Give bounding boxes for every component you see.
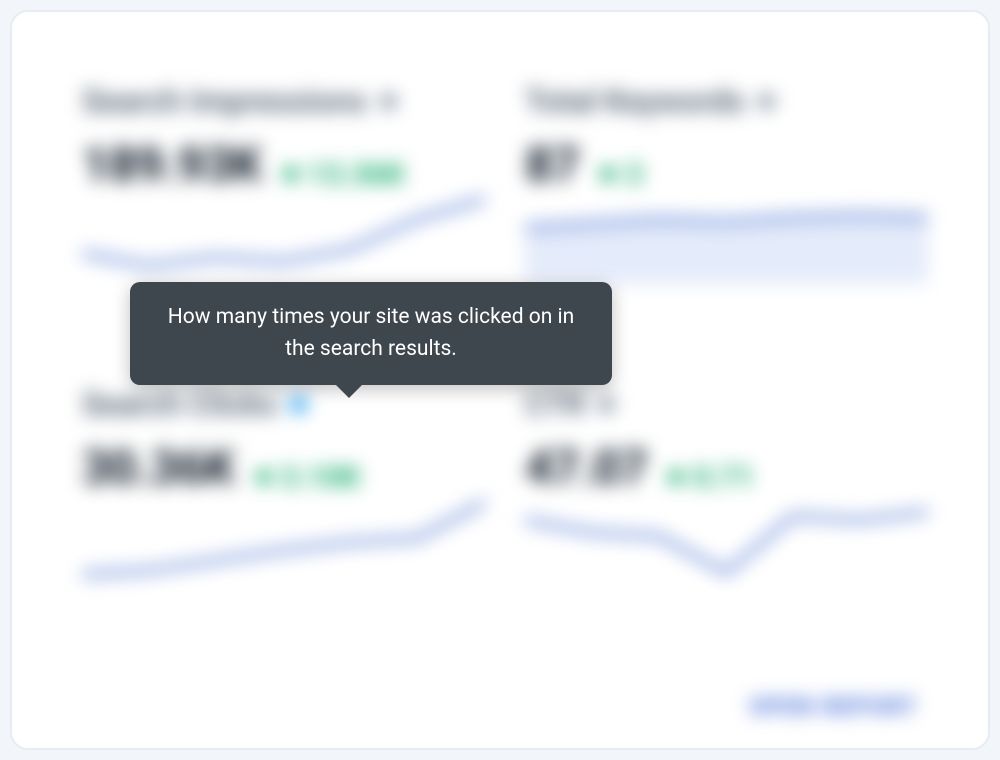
info-icon[interactable] <box>290 396 307 413</box>
metric-value: 30.36K <box>82 439 235 496</box>
metric-label: CTR <box>525 385 585 423</box>
metric-value: 189.93K <box>82 136 262 193</box>
metric-delta: 3.10K <box>257 460 361 495</box>
info-icon[interactable] <box>758 93 775 110</box>
metric-value-row: 87 3 <box>525 136 928 193</box>
metric-delta: 0.71 <box>669 460 754 495</box>
sparkline-ctr <box>525 496 928 587</box>
metric-label: Total Keywords <box>525 82 745 120</box>
metric-ctr: CTR 47.07 0.71 <box>525 385 928 668</box>
open-report-link[interactable]: OPEN REPORT <box>750 695 918 720</box>
info-icon[interactable] <box>598 396 615 413</box>
sparkline-clicks <box>82 496 485 587</box>
metric-title-row: Search Impressions <box>82 82 485 120</box>
sparkline-impressions <box>82 193 485 284</box>
metric-delta: 13.36K <box>284 157 405 192</box>
analytics-card: Search Impressions 189.93K 13.36K Total … <box>10 10 990 750</box>
metric-value-row: 30.36K 3.10K <box>82 439 485 496</box>
metric-value-row: 189.93K 13.36K <box>82 136 485 193</box>
metric-clicks: Search Clicks 30.36K 3.10K <box>82 385 485 668</box>
sparkline-keywords <box>525 193 928 284</box>
metric-title-row: Total Keywords <box>525 82 928 120</box>
metric-value: 87 <box>525 136 579 193</box>
metric-value-row: 47.07 0.71 <box>525 439 928 496</box>
metric-delta: 3 <box>601 157 642 192</box>
metric-label: Search Impressions <box>82 82 367 120</box>
metric-title-row: CTR <box>525 385 928 423</box>
metric-value: 47.07 <box>525 439 647 496</box>
tooltip-text: How many times your site was clicked on … <box>168 305 575 361</box>
metric-title-row: Search Clicks <box>82 385 485 423</box>
info-icon[interactable] <box>380 93 397 110</box>
tooltip-search-clicks: How many times your site was clicked on … <box>130 282 612 385</box>
metric-label: Search Clicks <box>82 385 277 423</box>
